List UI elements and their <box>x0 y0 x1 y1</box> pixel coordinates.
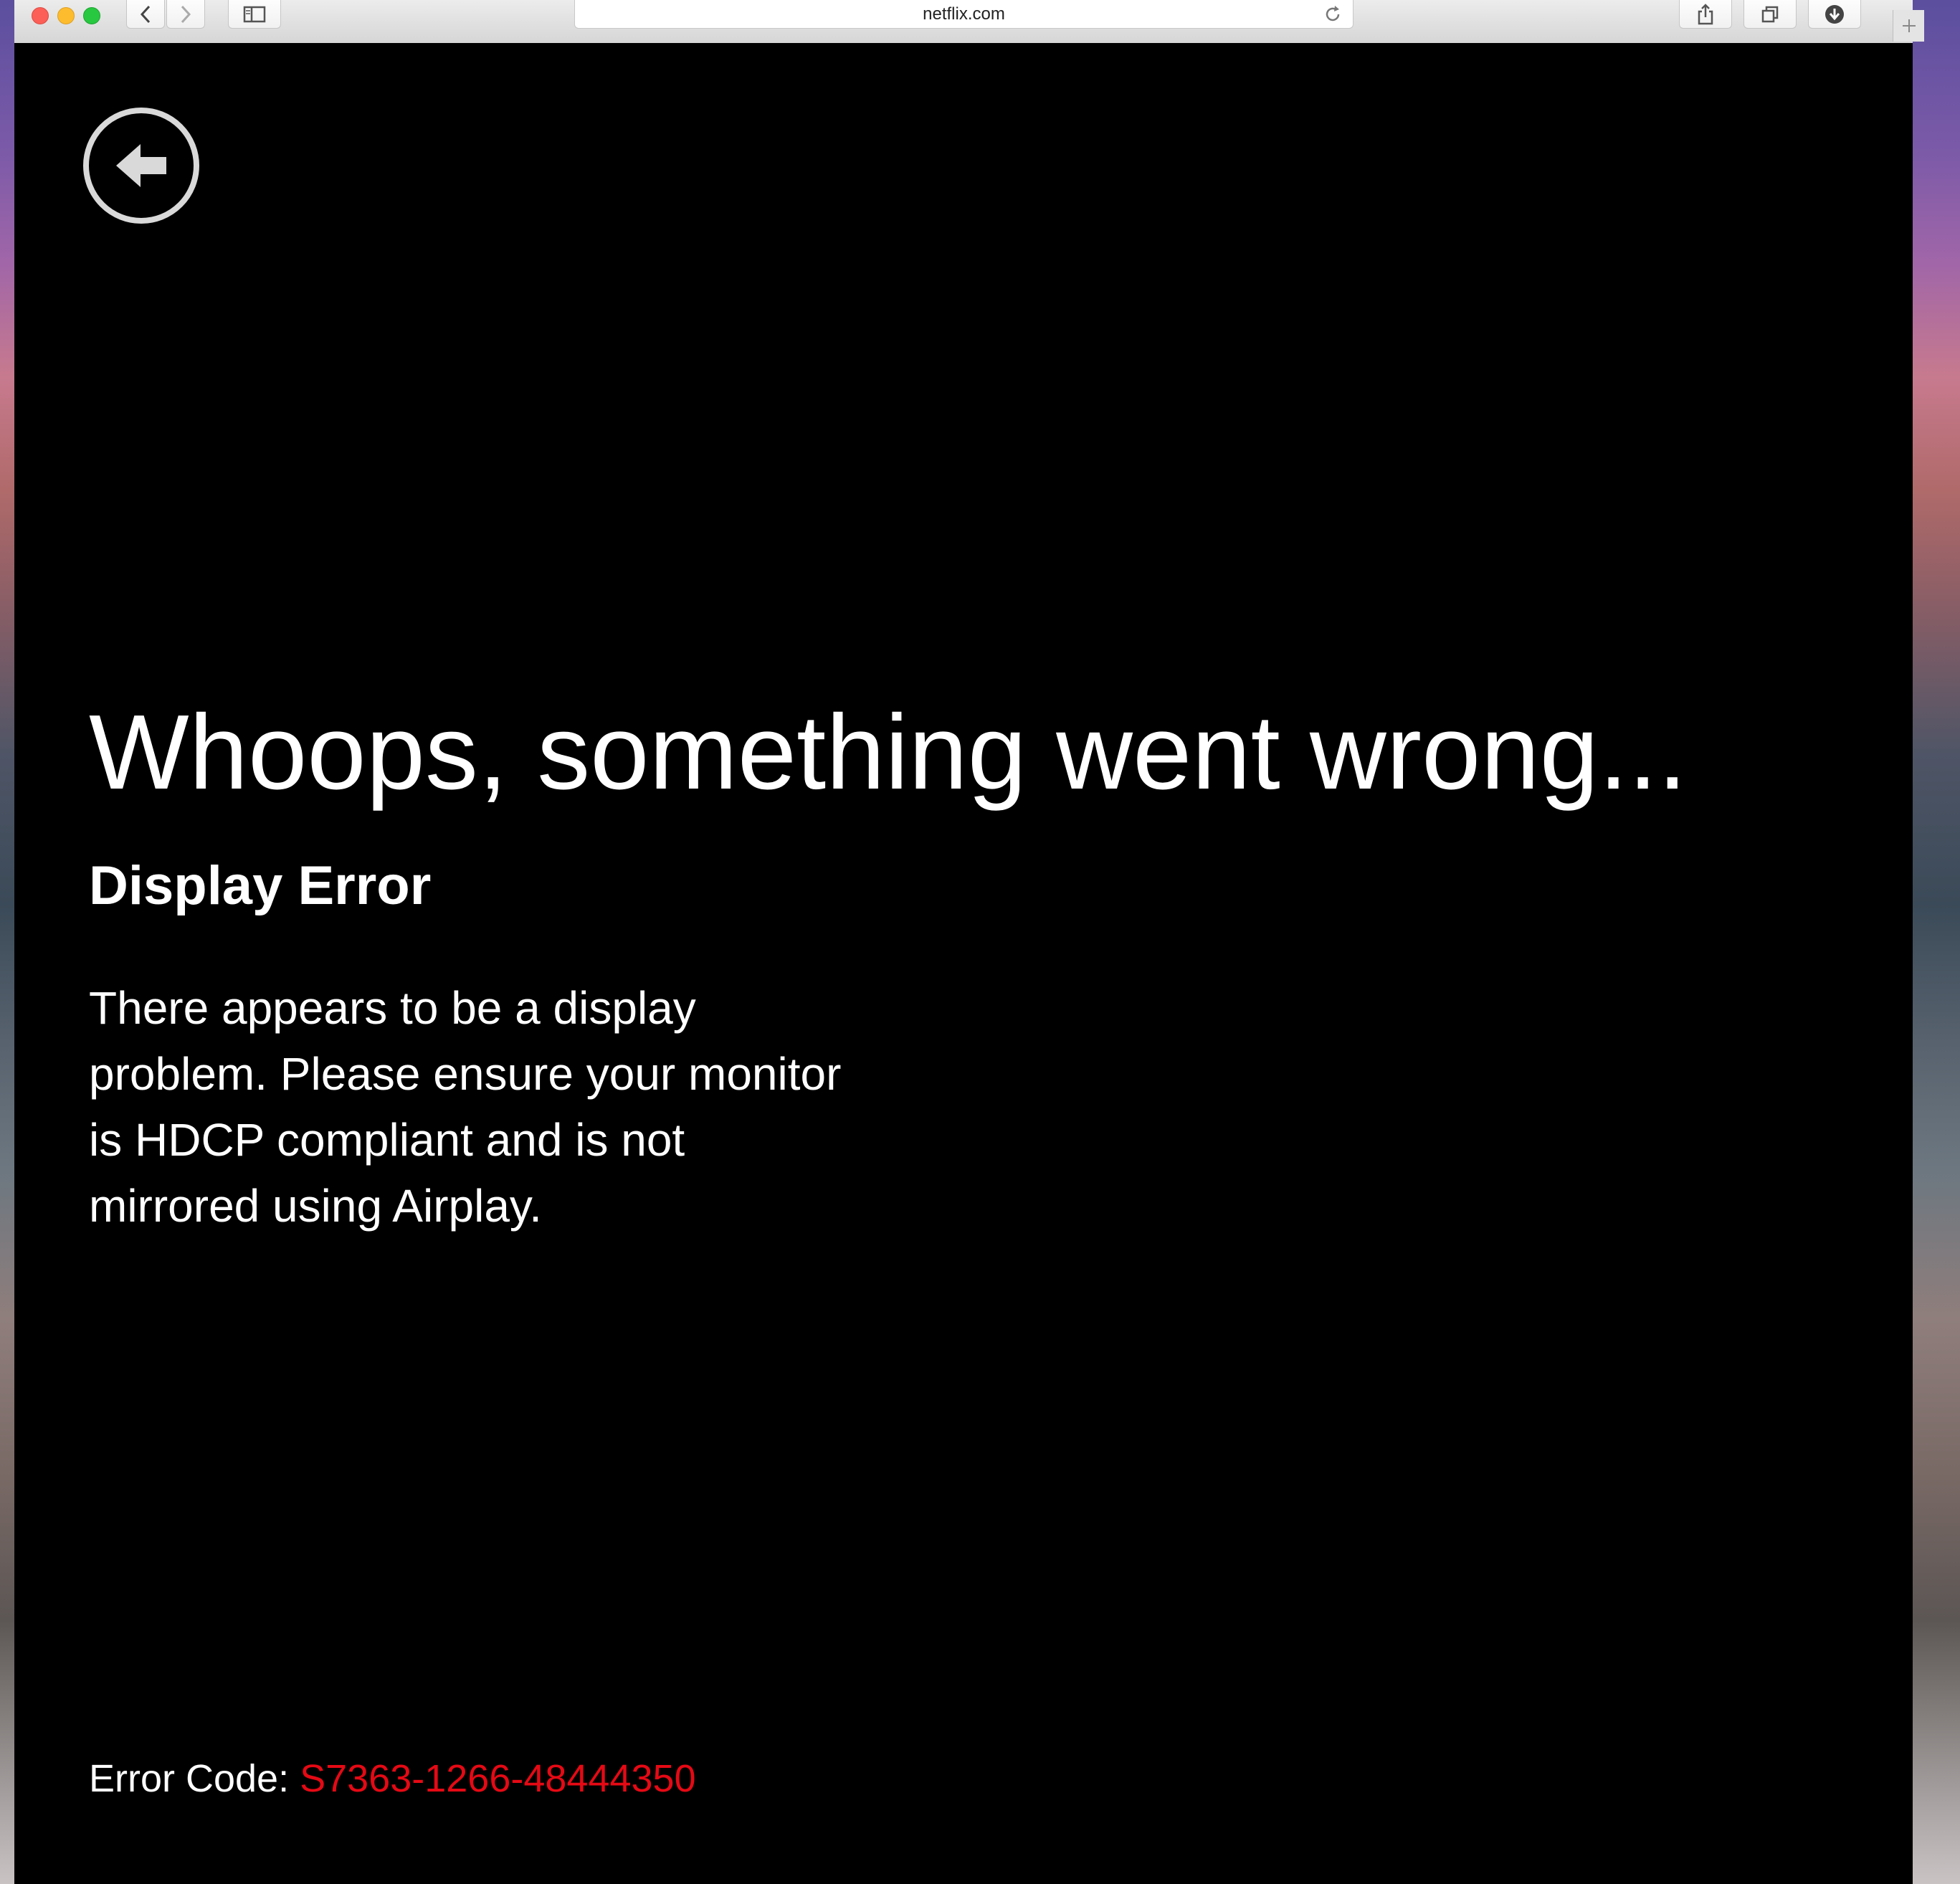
plus-icon <box>1902 19 1916 32</box>
zoom-window-button[interactable] <box>83 7 100 24</box>
minimize-window-button[interactable] <box>57 7 75 24</box>
address-bar[interactable]: netflix.com <box>574 0 1354 29</box>
browser-window: netflix.com Whoops, something went wrong… <box>14 0 1924 1884</box>
netflix-error-page: Whoops, something went wrong... Display … <box>14 43 1913 1884</box>
error-title: Display Error <box>89 855 432 916</box>
error-message: There appears to be a display problem. P… <box>89 982 842 1232</box>
page-title: Whoops, something went wrong... <box>89 693 1688 812</box>
download-icon <box>1825 4 1844 24</box>
chevron-left-icon <box>140 5 151 23</box>
back-button[interactable] <box>83 108 199 224</box>
reload-icon[interactable] <box>1323 4 1343 24</box>
browser-toolbar: netflix.com <box>14 0 1924 44</box>
chevron-right-icon <box>181 5 191 23</box>
sidebar-button[interactable] <box>228 0 281 29</box>
error-code-label: Error Code: <box>89 1757 300 1800</box>
close-window-button[interactable] <box>32 7 49 24</box>
downloads-button[interactable] <box>1808 0 1861 29</box>
sidebar-icon <box>243 6 266 22</box>
back-nav-button[interactable] <box>126 0 165 29</box>
new-tab-button[interactable] <box>1893 10 1924 42</box>
show-tabs-button[interactable] <box>1743 0 1797 29</box>
error-code-value: S7363-1266-48444350 <box>300 1757 696 1800</box>
forward-nav-button[interactable] <box>166 0 205 29</box>
url-text: netflix.com <box>923 4 1005 24</box>
error-code-line: Error Code: S7363-1266-48444350 <box>89 1756 696 1801</box>
share-icon <box>1698 3 1713 24</box>
back-arrow-circle-icon <box>116 144 166 187</box>
tabs-icon <box>1761 6 1779 22</box>
share-button[interactable] <box>1679 0 1732 29</box>
